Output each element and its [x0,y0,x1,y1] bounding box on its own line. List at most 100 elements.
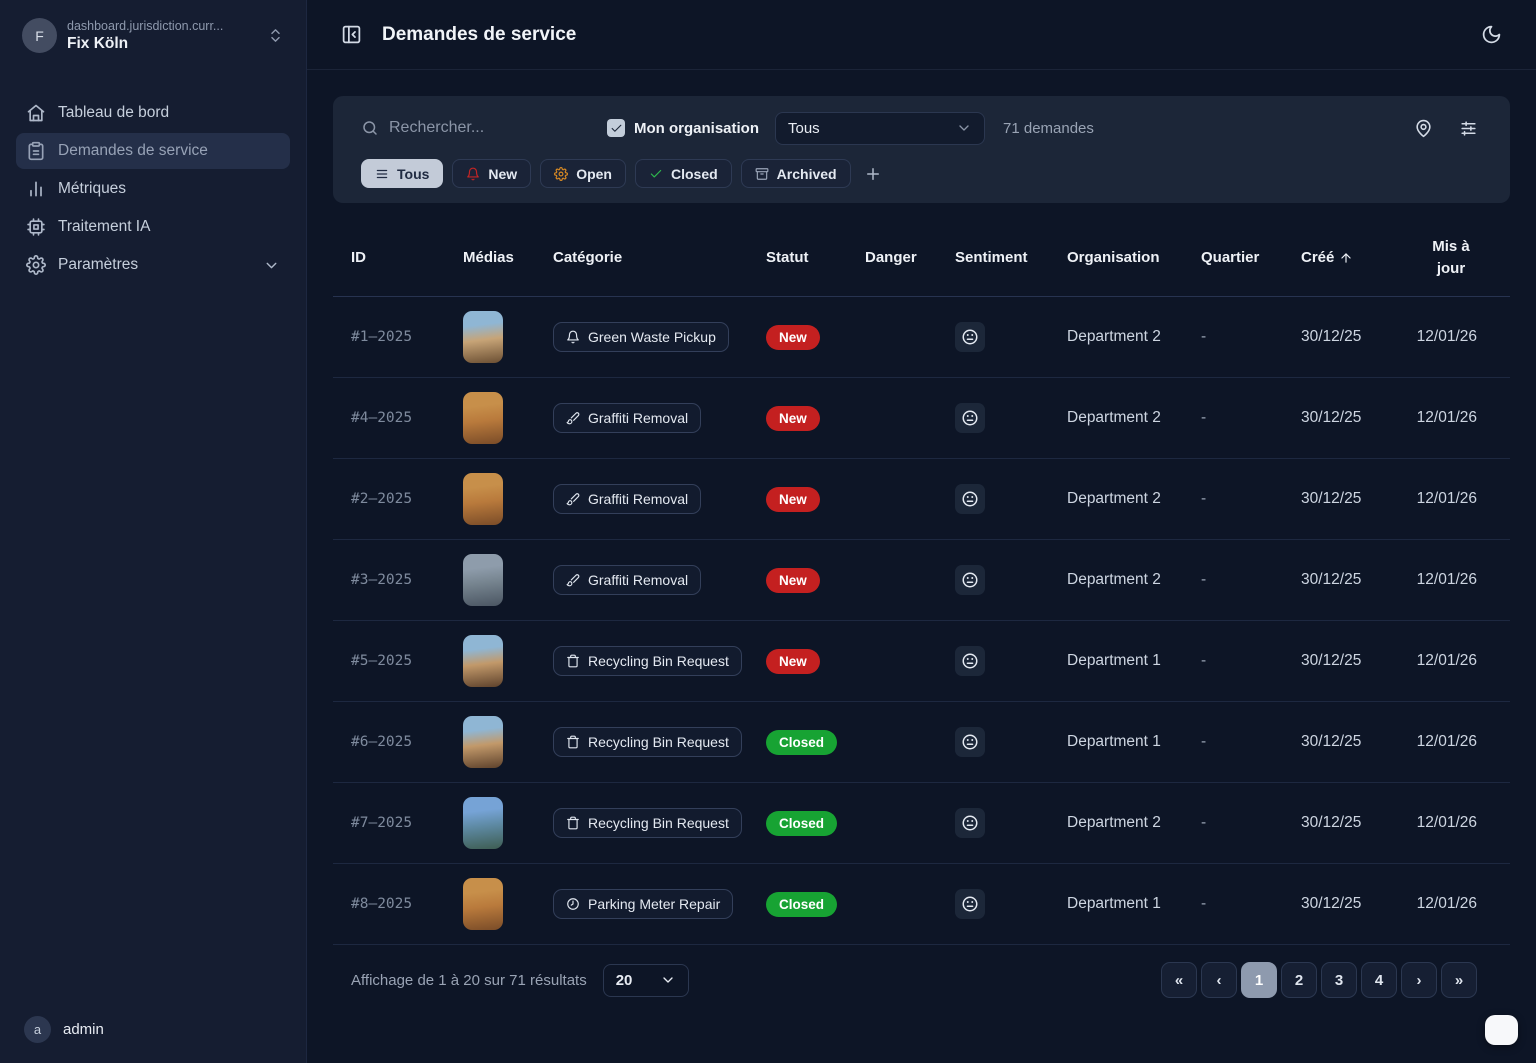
updated-cell: 12/01/26 [1417,409,1510,427]
media-thumbnail[interactable] [463,635,503,687]
category-label: Green Waste Pickup [588,329,716,345]
table-row[interactable]: #3–2025Graffiti RemovalNewDepartment 2-3… [333,540,1510,621]
created-cell: 30/12/25 [1301,409,1398,427]
filter-chip-closed[interactable]: Closed [635,159,732,188]
column-header-catégorie[interactable]: Catégorie [553,249,766,266]
sentiment-indicator [955,484,985,514]
bell-icon [566,330,580,344]
request-id: #6–2025 [351,734,463,750]
request-id: #1–2025 [351,329,463,345]
page-button-4[interactable]: 4 [1361,962,1397,998]
filter-card: Mon organisation Tous 71 demandes TousNe… [333,96,1510,203]
pagination: «‹1234›» [1161,962,1477,998]
workspace-selector[interactable]: F dashboard.jurisdiction.curr... Fix Köl… [16,18,290,53]
column-header-médias[interactable]: Médias [463,249,553,266]
filter-chip-open[interactable]: Open [540,159,626,188]
chat-widget-button[interactable] [1485,1015,1518,1045]
category-select[interactable]: Tous [775,112,985,145]
page-button-3[interactable]: 3 [1321,962,1357,998]
column-header-sentiment[interactable]: Sentiment [955,249,1067,266]
quartier-cell: - [1201,571,1301,589]
page-button-2[interactable]: 2 [1281,962,1317,998]
advanced-filters-button[interactable] [1455,115,1482,142]
sidebar-item-m-triques[interactable]: Métriques [16,171,290,207]
column-header-id[interactable]: ID [351,249,463,266]
search-input[interactable] [389,119,529,137]
organisation-cell: Department 1 [1067,733,1201,751]
arrow-up-icon [1339,251,1353,265]
filter-chip-archived[interactable]: Archived [741,159,851,188]
column-header-mis-à-jour[interactable]: Mis à jour [1425,236,1477,280]
list-icon [375,167,389,181]
workspace-avatar: F [22,18,57,53]
page-button-1[interactable]: 1 [1241,962,1277,998]
home-icon [26,103,46,123]
map-view-button[interactable] [1410,115,1437,142]
column-header-créé[interactable]: Créé [1301,249,1398,266]
media-thumbnail[interactable] [463,473,503,525]
sentiment-indicator [955,727,985,757]
column-header-quartier[interactable]: Quartier [1201,249,1301,266]
theme-toggle-button[interactable] [1477,20,1506,49]
table-row[interactable]: #2–2025Graffiti RemovalNewDepartment 2-3… [333,459,1510,540]
sidebar-item-demandes-de-service[interactable]: Demandes de service [16,133,290,169]
sidebar-item-traitement-ia[interactable]: Traitement IA [16,209,290,245]
updated-cell: 12/01/26 [1417,733,1510,751]
status-badge: Closed [766,811,837,836]
table-row[interactable]: #8–2025Parking Meter RepairClosedDepartm… [333,864,1510,945]
sidebar-item-param-tres[interactable]: Paramètres [16,247,290,283]
cpu-icon [26,217,46,237]
category-chip: Recycling Bin Request [553,646,742,676]
media-thumbnail[interactable] [463,554,503,606]
organisation-cell: Department 2 [1067,571,1201,589]
archive-icon [755,167,769,181]
column-header-organisation[interactable]: Organisation [1067,249,1201,266]
table-footer: Affichage de 1 à 20 sur 71 résultats 20 … [333,962,1510,998]
organisation-cell: Department 1 [1067,895,1201,913]
filter-chip-new[interactable]: New [452,159,531,188]
sidebar-collapse-button[interactable] [337,20,366,49]
page-size-select[interactable]: 20 [603,964,689,997]
user-menu[interactable]: a admin [16,1016,290,1043]
sliders-icon [1459,119,1478,138]
meh-face-icon [961,814,979,832]
map-pin-icon [1414,119,1433,138]
column-header-danger[interactable]: Danger [865,249,955,266]
table-row[interactable]: #6–2025Recycling Bin RequestClosedDepart… [333,702,1510,783]
table-row[interactable]: #5–2025Recycling Bin RequestNewDepartmen… [333,621,1510,702]
first-page-button[interactable]: « [1161,962,1197,998]
check-icon [649,167,663,181]
created-cell: 30/12/25 [1301,814,1398,832]
media-thumbnail[interactable] [463,797,503,849]
request-id: #8–2025 [351,896,463,912]
my-organisation-label: Mon organisation [634,120,759,137]
next-page-button[interactable]: › [1401,962,1437,998]
my-organisation-checkbox[interactable]: Mon organisation [607,119,759,137]
table-row[interactable]: #7–2025Recycling Bin RequestClosedDepart… [333,783,1510,864]
table-row[interactable]: #1–2025Green Waste PickupNewDepartment 2… [333,297,1510,378]
media-thumbnail[interactable] [463,311,503,363]
sidebar-item-tableau-de-bord[interactable]: Tableau de bord [16,95,290,131]
created-cell: 30/12/25 [1301,571,1398,589]
category-label: Parking Meter Repair [588,896,720,912]
category-chip: Parking Meter Repair [553,889,733,919]
panel-left-close-icon [341,24,362,45]
filter-chip-tous[interactable]: Tous [361,159,443,188]
previous-page-button[interactable]: ‹ [1201,962,1237,998]
media-thumbnail[interactable] [463,392,503,444]
quartier-cell: - [1201,652,1301,670]
category-chip: Graffiti Removal [553,403,701,433]
quartier-cell: - [1201,733,1301,751]
table-row[interactable]: #4–2025Graffiti RemovalNewDepartment 2-3… [333,378,1510,459]
clipboard-icon [26,141,46,161]
sidebar-item-label: Tableau de bord [58,104,169,122]
organisation-cell: Department 2 [1067,814,1201,832]
last-page-button[interactable]: » [1441,962,1477,998]
organisation-cell: Department 1 [1067,652,1201,670]
media-thumbnail[interactable] [463,878,503,930]
add-filter-chip-button[interactable] [864,165,882,183]
sidebar-item-label: Demandes de service [58,142,208,160]
media-thumbnail[interactable] [463,716,503,768]
category-label: Recycling Bin Request [588,653,729,669]
column-header-statut[interactable]: Statut [766,249,865,266]
